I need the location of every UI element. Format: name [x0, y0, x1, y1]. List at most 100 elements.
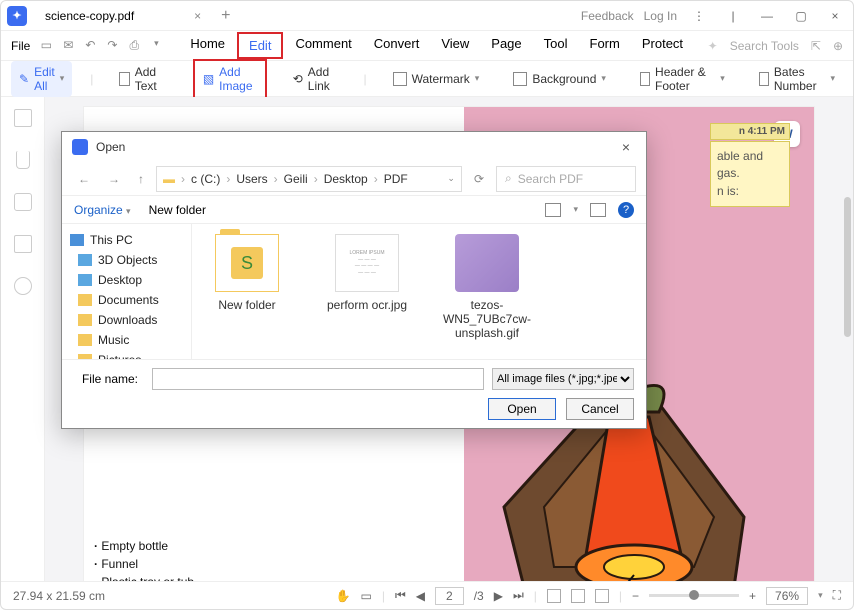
folder-thumbnail: S: [215, 234, 279, 292]
zoom-slider[interactable]: [649, 594, 739, 597]
menu-tool[interactable]: Tool: [534, 32, 578, 59]
bates-number-button[interactable]: Bates Number▾: [751, 61, 843, 97]
dialog-close-button[interactable]: ×: [616, 139, 636, 155]
two-page-icon[interactable]: [595, 589, 609, 603]
edit-all-button[interactable]: ✎Edit All▾: [11, 61, 72, 97]
view-dropdown-icon[interactable]: ▾: [573, 204, 578, 215]
ext-icon[interactable]: ⊕: [833, 39, 843, 53]
menu-protect[interactable]: Protect: [632, 32, 693, 59]
thumbnail-panel-icon[interactable]: [14, 109, 32, 127]
filename-input[interactable]: [152, 368, 484, 390]
help-button[interactable]: ?: [618, 202, 634, 218]
folder-tree[interactable]: This PC 3D Objects Desktop Documents Dow…: [62, 224, 192, 359]
crumb[interactable]: Users: [236, 172, 267, 186]
fullscreen-button[interactable]: ⛶: [833, 588, 841, 603]
crumb[interactable]: Geili: [284, 172, 308, 186]
feedback-link[interactable]: Feedback: [581, 9, 634, 23]
file-menu[interactable]: File: [11, 39, 30, 53]
single-page-icon[interactable]: [547, 589, 561, 603]
background-button[interactable]: Background▾: [505, 68, 614, 90]
open-button[interactable]: Open: [488, 398, 556, 420]
login-link[interactable]: Log In: [644, 9, 677, 23]
document-tab[interactable]: science-copy.pdf ×: [35, 5, 211, 27]
save-icon[interactable]: ▭: [38, 38, 54, 53]
search-tools-input[interactable]: Search Tools: [730, 39, 799, 53]
open-file-dialog: Open × ← → ↑ ▬ › c (C:)› Users› Geili› D…: [61, 131, 647, 429]
minimize-button[interactable]: —: [755, 9, 779, 23]
watermark-button[interactable]: Watermark▾: [385, 68, 488, 90]
nav-back-button[interactable]: ←: [72, 172, 96, 186]
add-text-button[interactable]: Add Text: [111, 61, 174, 97]
undo-icon[interactable]: ↶: [82, 38, 98, 53]
search-panel-icon[interactable]: [14, 277, 32, 295]
redo-icon[interactable]: ↷: [104, 38, 120, 53]
new-tab-button[interactable]: +: [221, 7, 230, 25]
tree-downloads[interactable]: Downloads: [66, 310, 187, 330]
crumb[interactable]: c (C:): [191, 172, 220, 186]
close-button[interactable]: ×: [823, 9, 847, 23]
background-label: Background: [532, 72, 596, 86]
filename-label: File name:: [74, 372, 144, 386]
breadcrumb[interactable]: ▬ › c (C:)› Users› Geili› Desktop› PDF ⌄: [156, 166, 462, 192]
annotation-note[interactable]: able and gas. n is:: [710, 141, 790, 207]
nav-up-button[interactable]: ↑: [132, 172, 150, 186]
menu-edit[interactable]: Edit: [237, 32, 283, 59]
menu-comment[interactable]: Comment: [285, 32, 361, 59]
tree-this-pc[interactable]: This PC: [66, 230, 187, 250]
hand-tool-icon[interactable]: ✋: [336, 589, 351, 603]
cancel-button[interactable]: Cancel: [566, 398, 634, 420]
file-item-jpg[interactable]: LOREM IPSUM— — —— — — —— — — perform ocr…: [322, 234, 412, 312]
zoom-out-button[interactable]: −: [632, 589, 639, 603]
file-item-folder[interactable]: S New folder: [202, 234, 292, 312]
crumb-dropdown-icon[interactable]: ⌄: [447, 173, 455, 184]
print-icon[interactable]: ⎙: [126, 38, 142, 53]
vertical-scrollbar[interactable]: [844, 197, 851, 337]
mail-icon[interactable]: ✉: [60, 38, 76, 53]
organize-menu[interactable]: Organize ▾: [74, 203, 131, 217]
nav-forward-button[interactable]: →: [102, 172, 126, 186]
share-icon[interactable]: ⇱: [811, 39, 821, 53]
maximize-button[interactable]: ▢: [789, 9, 813, 23]
last-page-button[interactable]: ⏭: [513, 588, 524, 603]
menu-view[interactable]: View: [431, 32, 479, 59]
preview-pane-button[interactable]: [590, 203, 606, 217]
page-input[interactable]: 2: [435, 587, 464, 605]
add-image-button[interactable]: ▧Add Image: [193, 59, 267, 99]
view-mode-button[interactable]: [545, 203, 561, 217]
bookmark-panel-icon[interactable]: [16, 151, 30, 169]
refresh-button[interactable]: ⟳: [468, 172, 490, 186]
tree-desktop[interactable]: Desktop: [66, 270, 187, 290]
attachment-panel-icon[interactable]: [14, 235, 32, 253]
crumb[interactable]: PDF: [384, 172, 408, 186]
add-link-button[interactable]: ⟲Add Link: [285, 61, 346, 97]
folder-icon: [78, 334, 92, 346]
menu-convert[interactable]: Convert: [364, 32, 430, 59]
zoom-value[interactable]: 76%: [766, 587, 808, 605]
prev-page-button[interactable]: ◀: [416, 589, 425, 603]
new-folder-button[interactable]: New folder: [149, 203, 206, 217]
search-tools-icon[interactable]: ✦: [708, 39, 718, 53]
menu-home[interactable]: Home: [180, 32, 235, 59]
file-item-gif[interactable]: tezos-WN5_7UBc7cw-unsplash.gif: [442, 234, 532, 340]
tree-documents[interactable]: Documents: [66, 290, 187, 310]
tree-pictures[interactable]: Pictures: [66, 350, 187, 359]
filetype-select[interactable]: All image files (*.jpg;*.jpeg;*.jpe: [492, 368, 634, 390]
select-tool-icon[interactable]: ▭: [360, 589, 371, 603]
menu-form[interactable]: Form: [580, 32, 630, 59]
more-icon[interactable]: ⋮: [687, 9, 711, 23]
header-footer-button[interactable]: Header & Footer▾: [632, 61, 733, 97]
tree-music[interactable]: Music: [66, 330, 187, 350]
tab-close-icon[interactable]: ×: [194, 9, 201, 23]
file-list[interactable]: S New folder LOREM IPSUM— — —— — — —— — …: [192, 224, 646, 359]
dialog-titlebar: Open ×: [62, 132, 646, 162]
crumb[interactable]: Desktop: [324, 172, 368, 186]
zoom-in-button[interactable]: +: [749, 589, 756, 603]
dialog-search-input[interactable]: ⌕ Search PDF: [496, 166, 636, 192]
qat-dropdown-icon[interactable]: ▾: [148, 38, 164, 53]
next-page-button[interactable]: ▶: [494, 589, 503, 603]
tree-3d-objects[interactable]: 3D Objects: [66, 250, 187, 270]
comment-panel-icon[interactable]: [14, 193, 32, 211]
first-page-button[interactable]: ⏮: [395, 588, 406, 603]
continuous-page-icon[interactable]: [571, 589, 585, 603]
menu-page[interactable]: Page: [481, 32, 531, 59]
